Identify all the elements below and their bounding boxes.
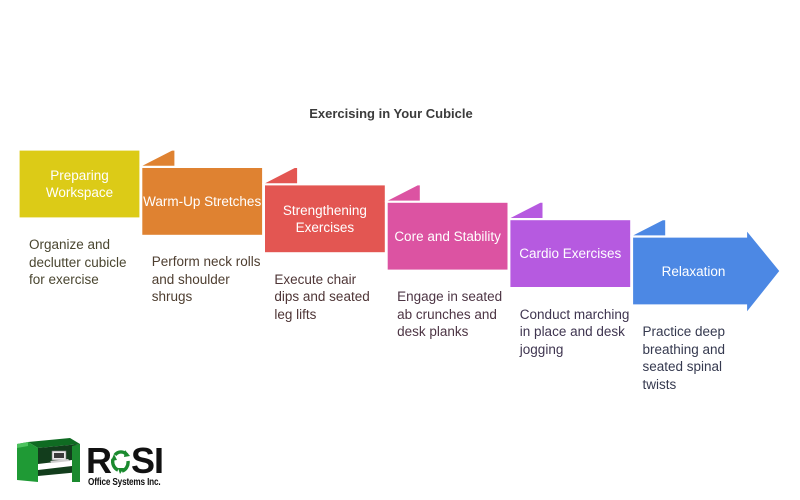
step-5-label: Cardio Exercises bbox=[519, 246, 622, 262]
step-3-tab bbox=[262, 166, 299, 185]
step-3-label: Strengthening Exercises bbox=[282, 202, 367, 235]
step-5-tab bbox=[507, 201, 544, 220]
step-2-tab bbox=[139, 149, 176, 167]
logo-wordmark: R SI bbox=[86, 440, 164, 481]
step-6-tab bbox=[630, 219, 667, 237]
step-4-tab bbox=[384, 184, 421, 202]
step-4-description: Engage in seated ab crunches and desk pl… bbox=[397, 289, 503, 340]
step-6-label: Relaxation bbox=[661, 263, 726, 279]
step-6-description: Practice deep breathing and seated spina… bbox=[642, 324, 726, 392]
recycle-arrows-icon bbox=[110, 445, 131, 474]
logo-letter-r: R bbox=[86, 440, 112, 481]
step-3-description: Execute chair dips and seated leg lifts bbox=[274, 271, 370, 322]
step-2-description: Perform neck rolls and shoulder shrugs bbox=[151, 254, 261, 305]
diagram-title: Exercising in Your Cubicle bbox=[309, 106, 473, 121]
step-1-label: Preparing Workspace bbox=[45, 168, 114, 200]
logo-subtitle: Office Systems Inc. bbox=[88, 477, 161, 488]
step-5-description: Conduct marching in place and desk joggi… bbox=[519, 306, 630, 357]
logo-letters-si: SI bbox=[131, 440, 164, 481]
step-2-label: Warm-Up Stretches bbox=[143, 193, 262, 209]
step-4-label: Core and Stability bbox=[394, 228, 501, 244]
step-1-description: Organize and declutter cubicle for exerc… bbox=[29, 237, 127, 287]
